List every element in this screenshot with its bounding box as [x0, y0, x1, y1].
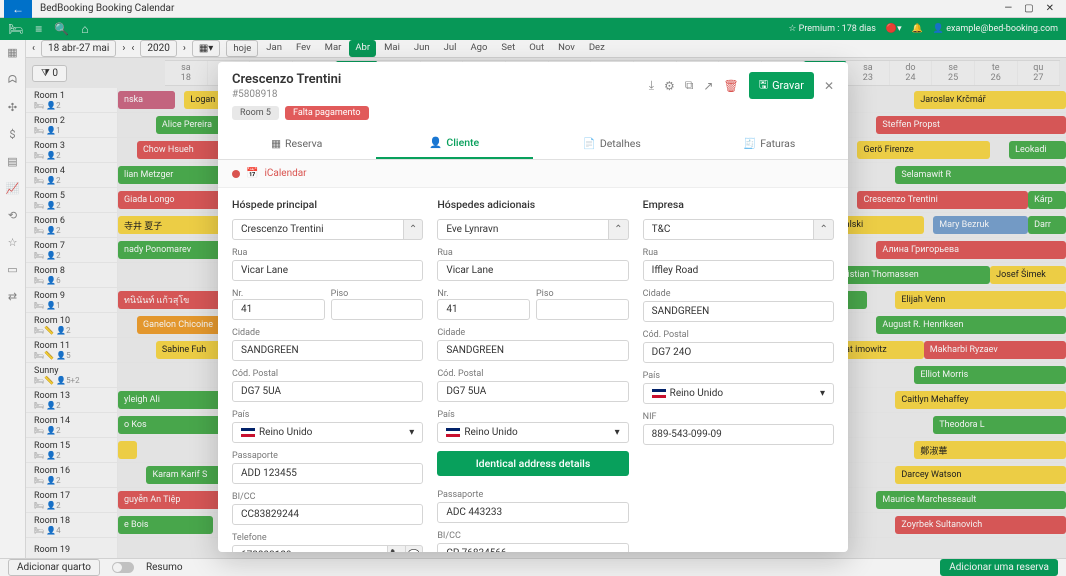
- principal-passport-input[interactable]: [232, 463, 423, 484]
- principal-phone-input[interactable]: [232, 545, 388, 552]
- tab-detalhes[interactable]: 📄 Detalhes: [533, 128, 691, 159]
- tab-faturas[interactable]: 🧾 Faturas: [691, 128, 849, 159]
- adicional-cp-input[interactable]: [437, 381, 628, 402]
- adicional-bicc-input[interactable]: [437, 543, 628, 552]
- booking-ref: #5808918: [232, 89, 369, 100]
- principal-nr-input[interactable]: [232, 299, 325, 320]
- delete-icon[interactable]: 🗑: [723, 79, 738, 93]
- principal-name-input[interactable]: [232, 219, 404, 240]
- adicional-expand-icon[interactable]: ⌃: [609, 219, 629, 240]
- share-icon[interactable]: ↗: [703, 79, 713, 93]
- close-modal-icon[interactable]: ✕: [824, 79, 834, 93]
- principal-expand-icon[interactable]: ⌃: [404, 219, 424, 240]
- tab-cliente[interactable]: 👤 Cliente: [376, 128, 534, 159]
- adicional-nr-input[interactable]: [437, 299, 530, 320]
- principal-pais-select[interactable]: Reino Unido▾: [232, 422, 423, 443]
- empresa-pais-select[interactable]: Reino Unido▾: [643, 383, 834, 404]
- phone-sms-icon[interactable]: 💬: [406, 545, 424, 552]
- tab-reserva[interactable]: ▦ Reserva: [218, 128, 376, 159]
- adicional-cidade-input[interactable]: [437, 340, 628, 361]
- adicional-piso-input[interactable]: [536, 299, 629, 320]
- save-button[interactable]: 🖫 Gravar: [749, 72, 814, 99]
- adicional-pais-select[interactable]: Reino Unido▾: [437, 422, 628, 443]
- ical-status-dot: [232, 170, 240, 178]
- copy-icon[interactable]: ⧉: [685, 78, 694, 93]
- gear-icon[interactable]: ⚙: [664, 79, 675, 93]
- phone-call-icon[interactable]: 📞: [388, 545, 406, 552]
- section-adicionais: Hóspedes adicionais: [437, 198, 628, 211]
- ical-icon: 📅: [246, 168, 258, 179]
- ical-label: iCalendar: [264, 168, 306, 179]
- status-chip: Falta pagamento: [285, 106, 369, 120]
- principal-piso-input[interactable]: [331, 299, 424, 320]
- empresa-cp-input[interactable]: [643, 342, 834, 363]
- empresa-nif-input[interactable]: [643, 424, 834, 445]
- empresa-name-input[interactable]: [643, 219, 815, 240]
- section-principal: Hóspede principal: [232, 198, 423, 211]
- identical-address-button[interactable]: Identical address details: [437, 451, 628, 476]
- adicional-name-input[interactable]: [437, 219, 609, 240]
- principal-rua-input[interactable]: [232, 260, 423, 281]
- principal-cidade-input[interactable]: [232, 340, 423, 361]
- empresa-cidade-input[interactable]: [643, 301, 834, 322]
- guest-name-title: Crescenzo Trentini: [232, 72, 369, 87]
- empresa-rua-input[interactable]: [643, 260, 834, 281]
- room-chip: Room 5: [232, 106, 279, 120]
- principal-bicc-input[interactable]: [232, 504, 423, 525]
- section-empresa: Empresa: [643, 198, 834, 211]
- adicional-rua-input[interactable]: [437, 260, 628, 281]
- adicional-passport-input[interactable]: [437, 502, 628, 523]
- empresa-expand-icon[interactable]: ⌃: [814, 219, 834, 240]
- export-icon[interactable]: ⤓: [649, 78, 654, 93]
- principal-cp-input[interactable]: [232, 381, 423, 402]
